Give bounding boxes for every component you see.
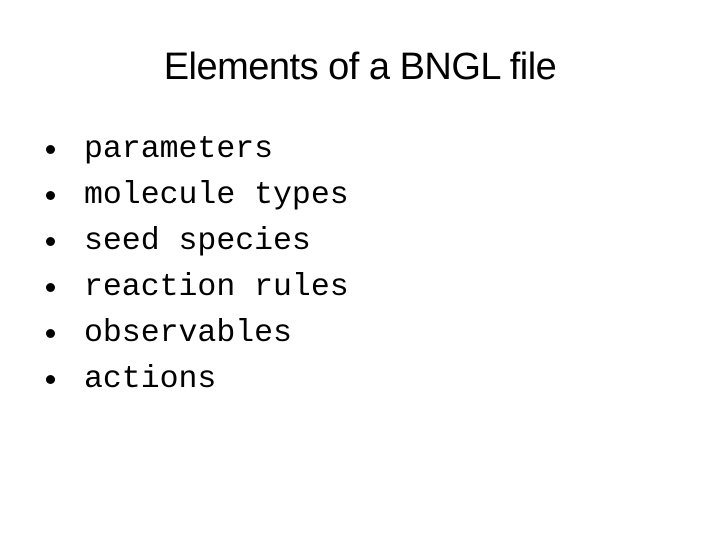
bullet-text: observables [84, 316, 292, 351]
bullet-icon [46, 191, 55, 200]
slide: Elements of a BNGL file parameters molec… [0, 0, 720, 540]
bullet-item-observables: observables [0, 311, 400, 357]
bullet-text: parameters [84, 132, 274, 167]
bullet-text: molecule types [84, 178, 349, 213]
bullet-icon [46, 329, 55, 338]
bullet-item-molecule-types: molecule types [0, 173, 400, 219]
bullet-item-seed-species: seed species [0, 219, 400, 265]
bullet-item-actions: actions [0, 357, 400, 403]
bullet-text: seed species [84, 224, 311, 259]
bullet-icon [46, 375, 55, 384]
bullet-item-reaction-rules: reaction rules [0, 265, 400, 311]
bullet-text: reaction rules [84, 270, 349, 305]
slide-title: Elements of a BNGL file [163, 46, 557, 88]
bullet-list: parameters molecule types seed species r… [0, 127, 400, 403]
bullet-icon [46, 283, 55, 292]
bullet-text: actions [84, 362, 217, 397]
bullet-item-parameters: parameters [0, 127, 400, 173]
bullet-icon [46, 145, 55, 154]
bullet-icon [46, 237, 55, 246]
